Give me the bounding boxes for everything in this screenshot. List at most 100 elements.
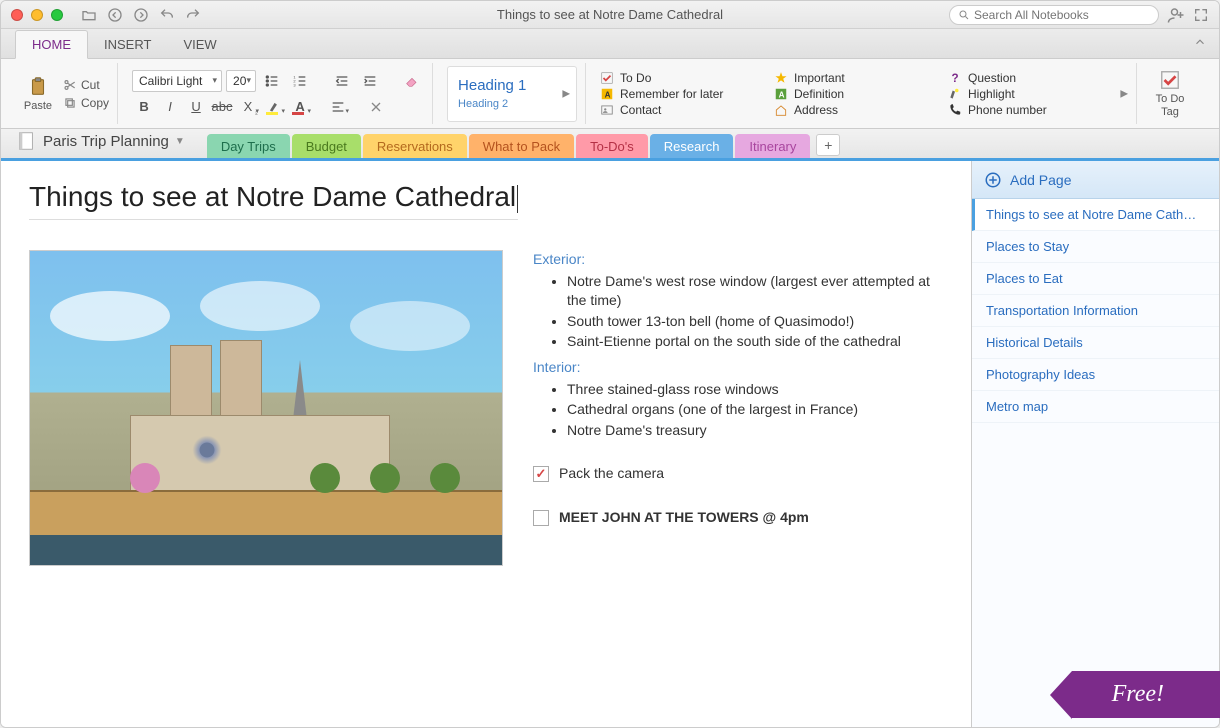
page-list-item[interactable]: Things to see at Notre Dame Cath… xyxy=(972,199,1219,231)
subscript-button[interactable]: X₂▾ xyxy=(236,96,260,118)
strikethrough-button[interactable]: abc xyxy=(210,96,234,118)
tab-insert[interactable]: INSERT xyxy=(88,31,167,58)
tag-definition[interactable]: ADefinition xyxy=(774,87,934,101)
page-list-item[interactable]: Transportation Information xyxy=(972,295,1219,327)
page-list-item[interactable]: Historical Details xyxy=(972,327,1219,359)
list-item[interactable]: Three stained-glass rose windows xyxy=(567,380,943,400)
tag-contact[interactable]: Contact xyxy=(600,103,760,117)
tab-home[interactable]: HOME xyxy=(15,30,88,59)
section-tab[interactable]: Reservations xyxy=(363,134,467,158)
undo-icon[interactable] xyxy=(159,7,175,23)
style-heading1[interactable]: Heading 1 xyxy=(458,77,566,94)
ribbon: Paste Cut Copy Calibri Light 20 123 xyxy=(1,59,1219,129)
free-banner: Free! xyxy=(1072,671,1220,718)
section-tab[interactable]: Budget xyxy=(292,134,361,158)
page-list-item[interactable]: Metro map xyxy=(972,391,1219,423)
page-title[interactable]: Things to see at Notre Dame Cathedral xyxy=(29,181,518,220)
tab-view[interactable]: VIEW xyxy=(167,31,232,58)
forward-icon[interactable] xyxy=(133,7,149,23)
delete-icon xyxy=(368,99,384,115)
add-page-button[interactable]: Add Page xyxy=(972,161,1219,199)
home-icon xyxy=(774,103,788,117)
page-list-item[interactable]: Places to Stay xyxy=(972,231,1219,263)
todo-item-2[interactable]: MEET JOHN AT THE TOWERS @ 4pm xyxy=(533,508,943,528)
svg-text:?: ? xyxy=(952,72,959,85)
copy-button[interactable]: Copy xyxy=(63,96,109,110)
section-bar: Paris Trip Planning ▼ Day TripsBudgetRes… xyxy=(1,129,1219,161)
list-item[interactable]: Notre Dame's treasury xyxy=(567,421,943,441)
titlebar: Things to see at Notre Dame Cathedral xyxy=(1,1,1219,29)
style-heading2[interactable]: Heading 2 xyxy=(458,98,566,110)
delete-button[interactable] xyxy=(364,96,388,118)
list-item[interactable]: Notre Dame's west rose window (largest e… xyxy=(567,272,943,311)
bullet-list-icon xyxy=(264,73,280,89)
underline-button[interactable]: U xyxy=(184,96,208,118)
search-input[interactable] xyxy=(949,5,1159,25)
notebook-picker[interactable]: Paris Trip Planning ▼ xyxy=(11,126,199,158)
svg-text:A: A xyxy=(605,90,611,99)
numbered-list-button[interactable]: 123 xyxy=(288,70,312,92)
list-item[interactable]: Cathedral organs (one of the largest in … xyxy=(567,400,943,420)
window-controls xyxy=(11,9,63,21)
ribbon-tabs: HOME INSERT VIEW xyxy=(1,29,1219,59)
bold-button[interactable]: B xyxy=(132,96,156,118)
checkbox-unchecked-icon[interactable] xyxy=(533,510,549,526)
outdent-icon xyxy=(334,73,350,89)
star-icon xyxy=(774,71,788,85)
scissors-icon xyxy=(63,78,77,92)
redo-icon[interactable] xyxy=(185,7,201,23)
page-list-item[interactable]: Photography Ideas xyxy=(972,359,1219,391)
back-icon[interactable] xyxy=(107,7,123,23)
font-name-combo[interactable]: Calibri Light xyxy=(132,70,222,92)
collapse-ribbon-icon[interactable] xyxy=(1193,35,1207,52)
outdent-button[interactable] xyxy=(330,70,354,92)
section-tab[interactable]: Research xyxy=(650,134,734,158)
exterior-heading: Exterior: xyxy=(533,250,943,270)
font-color-button[interactable]: A▾ xyxy=(288,96,312,118)
tag-todo[interactable]: To Do xyxy=(600,71,760,85)
cut-button[interactable]: Cut xyxy=(63,78,109,92)
tags-expand-icon[interactable]: ▶ xyxy=(1120,88,1128,99)
todo-tag-button[interactable]: To Do Tag xyxy=(1151,69,1189,117)
notes-content[interactable]: Exterior: Notre Dame's west rose window … xyxy=(533,250,943,528)
todo-checkbox-icon xyxy=(1159,69,1181,91)
add-section-button[interactable]: + xyxy=(816,134,840,156)
clear-formatting-button[interactable] xyxy=(400,70,424,92)
tag-remember[interactable]: ARemember for later xyxy=(600,87,760,101)
fullscreen-icon[interactable] xyxy=(1193,7,1209,23)
todo-item-1[interactable]: Pack the camera xyxy=(533,464,943,484)
notebook-icon xyxy=(15,130,37,152)
paste-button[interactable]: Paste xyxy=(19,76,57,112)
page-canvas[interactable]: Things to see at Notre Dame Cathedral Ex… xyxy=(1,161,971,727)
styles-gallery[interactable]: Heading 1 Heading 2 ▶ xyxy=(447,66,577,122)
checkbox-checked-icon[interactable] xyxy=(533,466,549,482)
page-sidebar: Add Page Things to see at Notre Dame Cat… xyxy=(971,161,1219,727)
minimize-icon[interactable] xyxy=(31,9,43,21)
tag-address[interactable]: Address xyxy=(774,103,934,117)
font-size-combo[interactable]: 20 xyxy=(226,70,256,92)
zoom-icon[interactable] xyxy=(51,9,63,21)
section-tab[interactable]: Day Trips xyxy=(207,134,290,158)
tag-phone[interactable]: Phone number xyxy=(948,103,1108,117)
highlight-button[interactable]: ▾ xyxy=(262,96,286,118)
add-user-icon[interactable] xyxy=(1167,6,1185,24)
definition-icon: A xyxy=(774,87,788,101)
align-button[interactable]: ▾ xyxy=(326,96,350,118)
indent-button[interactable] xyxy=(358,70,382,92)
close-icon[interactable] xyxy=(11,9,23,21)
bullet-list-button[interactable] xyxy=(260,70,284,92)
tag-question[interactable]: ?Question xyxy=(948,71,1108,85)
list-item[interactable]: Saint-Etienne portal on the south side o… xyxy=(567,332,943,352)
numbered-list-icon: 123 xyxy=(292,73,308,89)
list-item[interactable]: South tower 13-ton bell (home of Quasimo… xyxy=(567,312,943,332)
page-list-item[interactable]: Places to Eat xyxy=(972,263,1219,295)
styles-expand-icon[interactable]: ▶ xyxy=(562,88,570,99)
tag-important[interactable]: Important xyxy=(774,71,934,85)
section-tab[interactable]: What to Pack xyxy=(469,134,574,158)
svg-text:3: 3 xyxy=(293,82,296,87)
section-tab[interactable]: To-Do's xyxy=(576,134,648,158)
italic-button[interactable]: I xyxy=(158,96,182,118)
tag-highlight[interactable]: Highlight xyxy=(948,87,1108,101)
folder-icon[interactable] xyxy=(81,7,97,23)
section-tab[interactable]: Itinerary xyxy=(735,134,810,158)
